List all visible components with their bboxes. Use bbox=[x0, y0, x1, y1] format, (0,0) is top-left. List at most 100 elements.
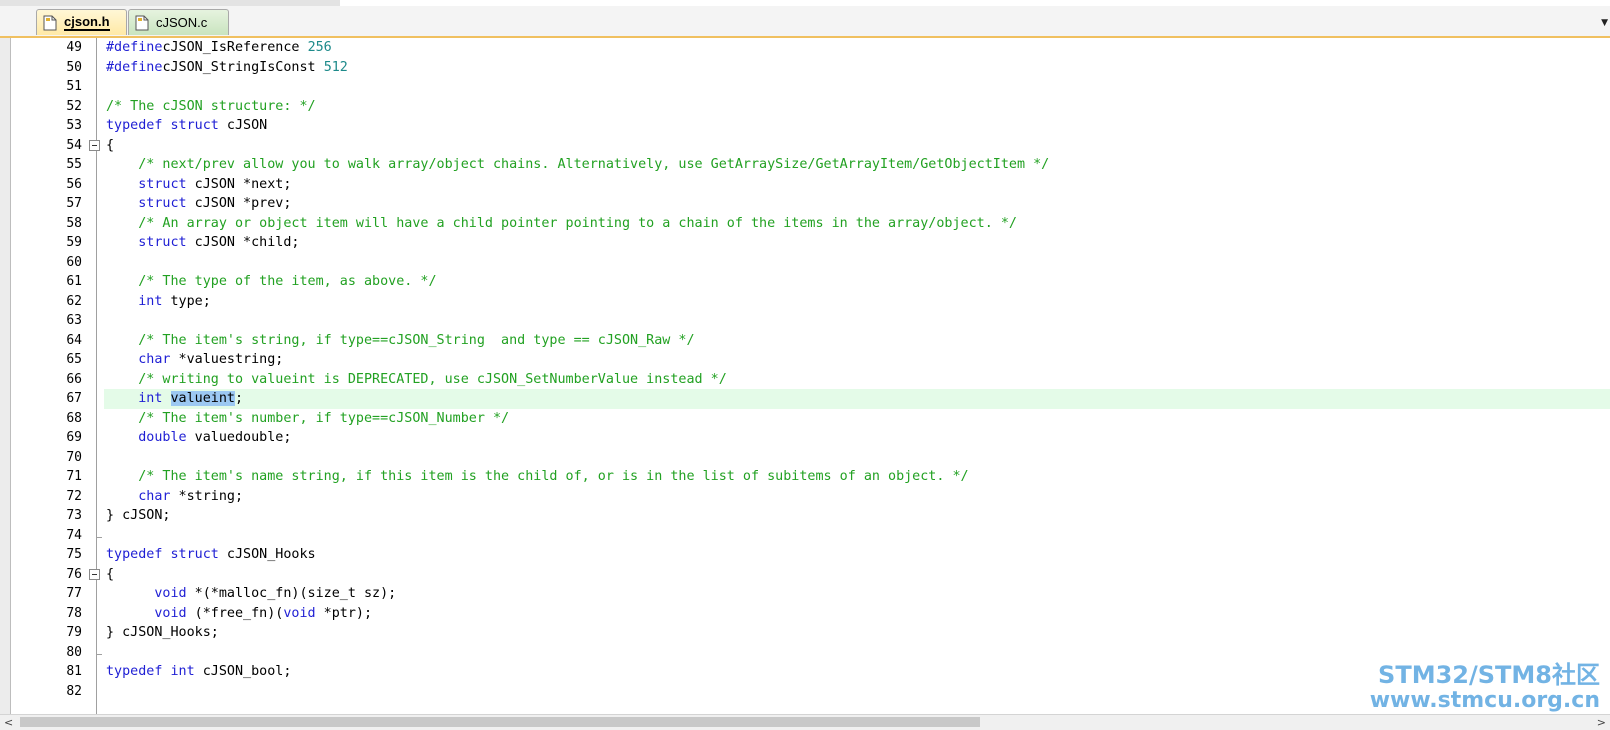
code-line[interactable]: 52 /* The cJSON structure: */ bbox=[0, 97, 1610, 117]
code-line[interactable]: 71 /* The item's name string, if this it… bbox=[0, 467, 1610, 487]
code-line[interactable]: 73} cJSON; bbox=[0, 506, 1610, 526]
code-line[interactable]: 50 #definecJSON_StringIsConst 512 bbox=[0, 58, 1610, 78]
code-text: struct cJSON *prev; bbox=[106, 194, 291, 214]
horizontal-scrollbar[interactable]: < > bbox=[0, 714, 1610, 730]
code-line[interactable]: 53 typedef struct cJSON bbox=[0, 116, 1610, 136]
code-line[interactable]: 72 char *string; bbox=[0, 487, 1610, 507]
tab-cjson-c[interactable]: cJSON.c bbox=[128, 9, 229, 35]
code-line[interactable]: 77 void *(*malloc_fn)(size_t sz); bbox=[0, 584, 1610, 604]
code-line[interactable]: 51 bbox=[0, 77, 1610, 97]
code-text: #definecJSON_IsReference 256 bbox=[106, 38, 332, 58]
code-line[interactable]: 75 typedef struct cJSON_Hooks bbox=[0, 545, 1610, 565]
code-line[interactable]: 68 /* The item's number, if type==cJSON_… bbox=[0, 409, 1610, 429]
code-line[interactable]: 66 /* writing to valueint is DEPRECATED,… bbox=[0, 370, 1610, 390]
code-token: void bbox=[283, 605, 316, 621]
arrow-left-icon[interactable]: < bbox=[4, 716, 13, 729]
line-number: 79 bbox=[66, 625, 82, 640]
code-line[interactable]: 55 /* next/prev allow you to walk array/… bbox=[0, 155, 1610, 175]
tab-cjson-h[interactable]: cjson.h bbox=[36, 9, 127, 35]
line-number: 63 bbox=[66, 313, 82, 328]
line-number: 49 bbox=[66, 40, 82, 55]
code-text: char *valuestring; bbox=[106, 350, 283, 370]
arrow-right-icon[interactable]: > bbox=[1597, 716, 1606, 729]
code-token: struct bbox=[138, 176, 187, 192]
code-line[interactable]: 82 bbox=[0, 682, 1610, 702]
code-text: typedef struct cJSON_Hooks bbox=[106, 545, 316, 565]
code-line[interactable]: 74 bbox=[0, 526, 1610, 546]
code-text: /* writing to valueint is DEPRECATED, us… bbox=[106, 370, 727, 390]
line-number: 53 bbox=[66, 118, 82, 133]
code-text: /* The type of the item, as above. */ bbox=[106, 272, 436, 292]
code-token: 256 bbox=[307, 40, 332, 55]
code-token: int bbox=[138, 391, 163, 406]
line-number: 55 bbox=[66, 157, 82, 172]
line-number: 72 bbox=[66, 488, 82, 504]
code-line[interactable]: 56 struct cJSON *next; bbox=[0, 175, 1610, 195]
code-line[interactable]: 63 bbox=[0, 311, 1610, 331]
code-line[interactable]: 54 { bbox=[0, 136, 1610, 156]
line-number: 66 bbox=[66, 371, 82, 387]
line-number: 56 bbox=[66, 176, 82, 192]
code-text: /* An array or object item will have a c… bbox=[106, 214, 1017, 234]
code-line[interactable]: 81 typedef int cJSON_bool; bbox=[0, 662, 1610, 682]
line-number: 73 bbox=[66, 508, 82, 523]
code-text: /* The item's string, if type==cJSON_Str… bbox=[106, 331, 694, 351]
line-number: 74 bbox=[66, 527, 82, 543]
code-line[interactable]: 64 /* The item's string, if type==cJSON_… bbox=[0, 331, 1610, 351]
code-line[interactable]: 69 double valuedouble; bbox=[0, 428, 1610, 448]
code-line[interactable]: 79 } cJSON_Hooks; bbox=[0, 623, 1610, 643]
code-line[interactable]: 59 struct cJSON *child; bbox=[0, 233, 1610, 253]
fold-collapse-icon[interactable] bbox=[89, 139, 100, 151]
watermark: STM32/STM8社区 www.stmcu.org.cn bbox=[1370, 662, 1600, 714]
line-number: 76 bbox=[66, 566, 82, 582]
code-text: } cJSON_Hooks; bbox=[106, 623, 219, 643]
code-text: /* The item's name string, if this item … bbox=[106, 467, 968, 487]
code-text: typedef int cJSON_bool; bbox=[106, 662, 291, 682]
code-token: valuedouble; bbox=[186, 430, 292, 445]
code-token: struct bbox=[138, 196, 187, 211]
code-text: double valuedouble; bbox=[106, 428, 291, 448]
line-number: 77 bbox=[66, 586, 82, 601]
code-line[interactable]: 61 /* The type of the item, as above. */ bbox=[0, 272, 1610, 292]
code-line[interactable]: 67 int valueint; bbox=[0, 389, 1610, 409]
code-line[interactable]: 60 bbox=[0, 253, 1610, 273]
code-token: struct bbox=[170, 547, 219, 562]
line-number: 70 bbox=[66, 449, 82, 465]
code-token: /* The item's number, if type==cJSON_Num… bbox=[138, 410, 510, 426]
code-line[interactable]: 58 /* An array or object item will have … bbox=[0, 214, 1610, 234]
code-token: #define bbox=[106, 59, 163, 75]
code-text: struct cJSON *next; bbox=[106, 175, 291, 195]
code-line[interactable]: 62 int type; bbox=[0, 292, 1610, 312]
fold-collapse-icon[interactable] bbox=[89, 568, 100, 580]
watermark-url: www.stmcu.org.cn bbox=[1369, 688, 1600, 713]
code-text: char *string; bbox=[106, 487, 243, 507]
line-number: 75 bbox=[66, 547, 82, 562]
code-line[interactable]: 65 char *valuestring; bbox=[0, 350, 1610, 370]
selected-word: valueint bbox=[170, 391, 235, 406]
tab-label: cJSON.c bbox=[156, 15, 208, 30]
line-number: 62 bbox=[66, 293, 82, 309]
code-token: ; bbox=[235, 391, 244, 406]
chevron-down-icon[interactable]: ▼ bbox=[1601, 18, 1608, 28]
code-line[interactable]: 76 { bbox=[0, 565, 1610, 585]
code-line[interactable]: 57 struct cJSON *prev; bbox=[0, 194, 1610, 214]
line-number: 58 bbox=[66, 215, 82, 231]
code-token: cJSON *next; bbox=[186, 176, 292, 192]
code-line[interactable]: 80 bbox=[0, 643, 1610, 663]
code-line[interactable]: 70 bbox=[0, 448, 1610, 468]
scrollbar-thumb[interactable] bbox=[20, 717, 980, 727]
code-editor[interactable]: 49 #definecJSON_IsReference 256 50 #definec… bbox=[0, 38, 1610, 714]
code-line[interactable]: 78 void (*free_fn)(void *ptr); bbox=[0, 604, 1610, 624]
line-number: 81 bbox=[66, 664, 82, 679]
current-line-highlight bbox=[104, 389, 1610, 409]
code-line[interactable]: 49 #definecJSON_IsReference 256 bbox=[0, 38, 1610, 58]
code-token: { bbox=[106, 566, 115, 582]
code-token: cJSON_bool; bbox=[194, 664, 292, 679]
fold-end-marker bbox=[96, 643, 102, 655]
code-text: /* The cJSON structure: */ bbox=[106, 97, 316, 117]
